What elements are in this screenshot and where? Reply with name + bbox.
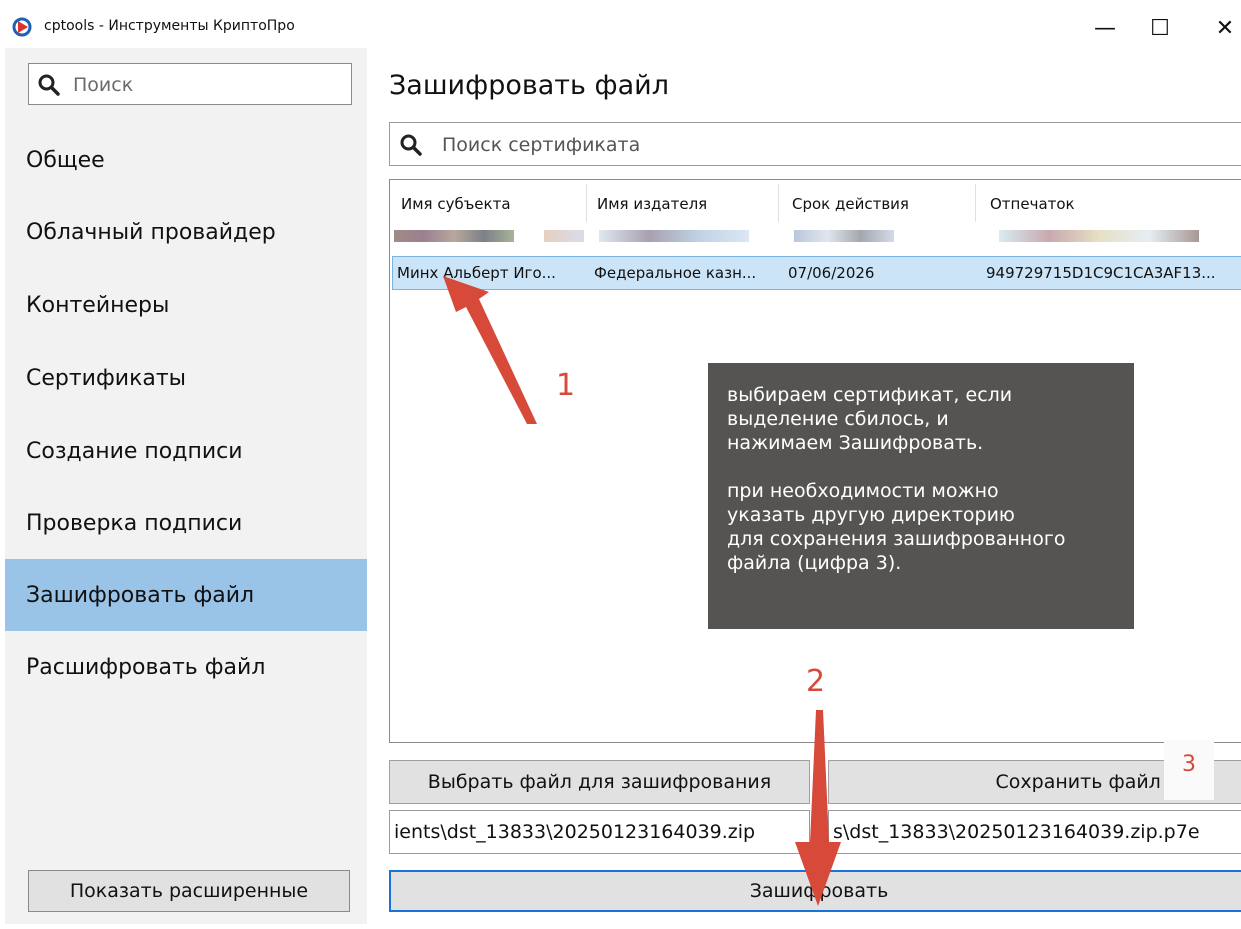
column-separator[interactable]	[586, 184, 587, 222]
sidebar-item-cloud-provider[interactable]: Облачный провайдер	[5, 196, 367, 268]
sidebar-item-decrypt-file[interactable]: Расшифровать файл	[5, 631, 367, 703]
cell-expiry: 07/06/2026	[788, 264, 875, 282]
search-icon	[38, 74, 60, 96]
input-file-path-field[interactable]: ients\dst_13833\20250123164039.zip	[389, 810, 810, 854]
output-file-path: s\dst_13833\20250123164039.zip.p7e	[833, 821, 1200, 843]
sidebar-item-verify-signature[interactable]: Проверка подписи	[5, 487, 367, 559]
sidebar-item-certificates[interactable]: Сертификаты	[5, 342, 367, 414]
column-header-issuer[interactable]: Имя издателя	[597, 195, 707, 213]
cryptopro-logo-icon	[12, 17, 32, 37]
cell-issuer: Федеральное казн...	[594, 264, 757, 282]
step-number-3: 3	[1182, 752, 1196, 777]
encrypt-button[interactable]: Зашифровать	[389, 870, 1241, 912]
search-icon	[400, 134, 422, 156]
step-number-1: 1	[556, 368, 576, 403]
page-title: Зашифровать файл	[389, 70, 669, 101]
annotation-note: выбираем сертификат, если выделение сбил…	[708, 363, 1134, 629]
pixelated-text	[544, 230, 584, 242]
window-title: cptools - Инструменты КриптоПро	[44, 18, 295, 34]
maximize-button[interactable]: ☐	[1140, 10, 1180, 46]
pixelated-text	[999, 230, 1199, 242]
column-separator[interactable]	[975, 184, 976, 222]
column-header-thumbprint[interactable]: Отпечаток	[990, 195, 1075, 213]
input-file-path: ients\dst_13833\20250123164039.zip	[394, 821, 756, 843]
annotation-text: выбираем сертификат, если выделение сбил…	[727, 384, 1066, 574]
column-separator[interactable]	[778, 184, 779, 222]
output-file-path-field[interactable]: s\dst_13833\20250123164039.zip.p7e	[828, 810, 1241, 854]
certificate-search-placeholder: Поиск сертификата	[442, 134, 641, 156]
minimize-button[interactable]: —	[1085, 10, 1125, 46]
choose-file-button[interactable]: Выбрать файл для зашифрования	[389, 760, 810, 804]
column-header-subject[interactable]: Имя субъекта	[401, 195, 511, 213]
sidebar-item-encrypt-file[interactable]: Зашифровать файл	[5, 559, 367, 631]
certificate-search-input[interactable]: Поиск сертификата	[389, 122, 1241, 166]
step-number-2: 2	[806, 664, 826, 699]
pixelated-text	[794, 230, 894, 242]
pixelated-text	[599, 230, 749, 242]
show-advanced-button[interactable]: Показать расширенные	[28, 870, 350, 912]
close-button[interactable]: ✕	[1205, 10, 1241, 46]
cell-subject: Минх Альберт Иго...	[397, 264, 556, 282]
column-header-expiry[interactable]: Срок действия	[792, 195, 909, 213]
pixelated-text	[394, 230, 514, 242]
sidebar-item-general[interactable]: Общее	[5, 124, 367, 196]
sidebar-search-placeholder: Поиск	[73, 74, 134, 96]
sidebar: Поиск Общее Облачный провайдер Контейнер…	[5, 48, 367, 924]
sidebar-item-containers[interactable]: Контейнеры	[5, 269, 367, 341]
sidebar-item-create-signature[interactable]: Создание подписи	[5, 415, 367, 487]
table-row-blurred[interactable]	[394, 230, 1241, 254]
sidebar-search-input[interactable]: Поиск	[28, 63, 352, 105]
cell-thumbprint: 949729715D1C9C1CA3AF13...	[986, 264, 1216, 282]
